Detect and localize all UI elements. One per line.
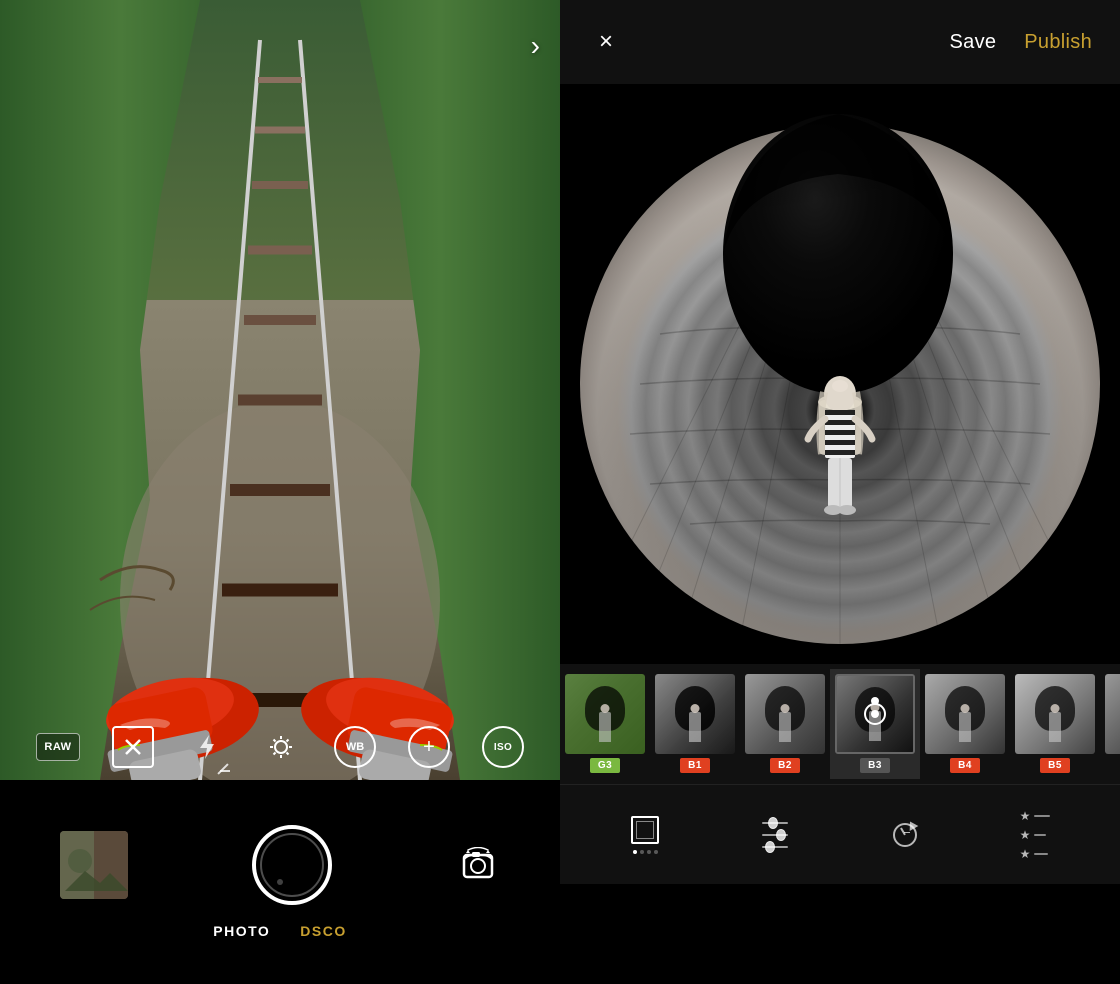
filter-b3[interactable]: B3 [830, 669, 920, 779]
filter-b3-selected-indicator [871, 697, 879, 705]
camera-controls-row [0, 825, 560, 905]
filter-b1-thumb [655, 674, 735, 754]
filter-b3-label: B3 [860, 758, 890, 773]
viewfinder-controls: RAW [0, 726, 560, 768]
filter-b1-label: B1 [680, 758, 710, 773]
filter-b5[interactable]: B5 [1010, 669, 1100, 779]
filter-g3[interactable]: G3 [560, 669, 650, 779]
spacer [560, 644, 1120, 664]
iso-button[interactable]: ISO [482, 726, 524, 768]
filter-b5-thumb [1015, 674, 1095, 754]
shutter-inner [260, 833, 324, 897]
save-button[interactable]: Save [950, 31, 997, 54]
history-tool-button[interactable] [880, 810, 930, 860]
filter-b5-label: B5 [1040, 758, 1070, 773]
raw-button[interactable]: RAW [36, 733, 80, 761]
flash-button[interactable] [186, 726, 228, 768]
filter-b4[interactable]: B4 [920, 669, 1010, 779]
top-actions: Save Publish [950, 31, 1093, 54]
close-button[interactable]: × [588, 24, 624, 60]
flip-camera-button[interactable] [456, 843, 500, 887]
filter-strip: G3 B1 B2 [560, 664, 1120, 784]
ev-button[interactable]: + [408, 726, 450, 768]
mode-selector: PHOTO DSCO [213, 923, 346, 939]
viewfinder: › RAW [0, 0, 560, 780]
filter-b4-label: B4 [950, 758, 980, 773]
edit-bottom-toolbar: ★ ★ ★ [560, 784, 1120, 884]
filter-b2-thumb [745, 674, 825, 754]
frame-tool-button[interactable] [620, 810, 670, 860]
shutter-button[interactable] [252, 825, 332, 905]
edit-top-bar: × Save Publish [560, 0, 1120, 84]
filter-b6[interactable]: B6 [1100, 669, 1120, 779]
next-arrow[interactable]: › [531, 30, 540, 62]
x-button[interactable] [112, 726, 154, 768]
camera-panel: › RAW [0, 0, 560, 984]
exposure-button[interactable] [260, 726, 302, 768]
adjust-tool-button[interactable] [750, 810, 800, 860]
edit-panel: × Save Publish [560, 0, 1120, 984]
presets-tool-button[interactable]: ★ ★ ★ [1010, 810, 1060, 860]
publish-button[interactable]: Publish [1024, 31, 1092, 54]
dsco-mode-label[interactable]: DSCO [300, 923, 346, 939]
main-image [560, 84, 1120, 644]
filter-b4-thumb [925, 674, 1005, 754]
camera-bottom-bar: PHOTO DSCO [0, 780, 560, 984]
filter-b2-label: B2 [770, 758, 800, 773]
photo-thumbnail[interactable] [60, 831, 128, 899]
filter-b2[interactable]: B2 [740, 669, 830, 779]
filter-g3-label: G3 [590, 758, 620, 773]
filter-g3-thumb [565, 674, 645, 754]
photo-mode-label[interactable]: PHOTO [213, 923, 270, 939]
filter-b3-thumb [835, 674, 915, 754]
wb-button[interactable]: WB [334, 726, 376, 768]
filter-b1[interactable]: B1 [650, 669, 740, 779]
filter-b6-thumb [1105, 674, 1120, 754]
